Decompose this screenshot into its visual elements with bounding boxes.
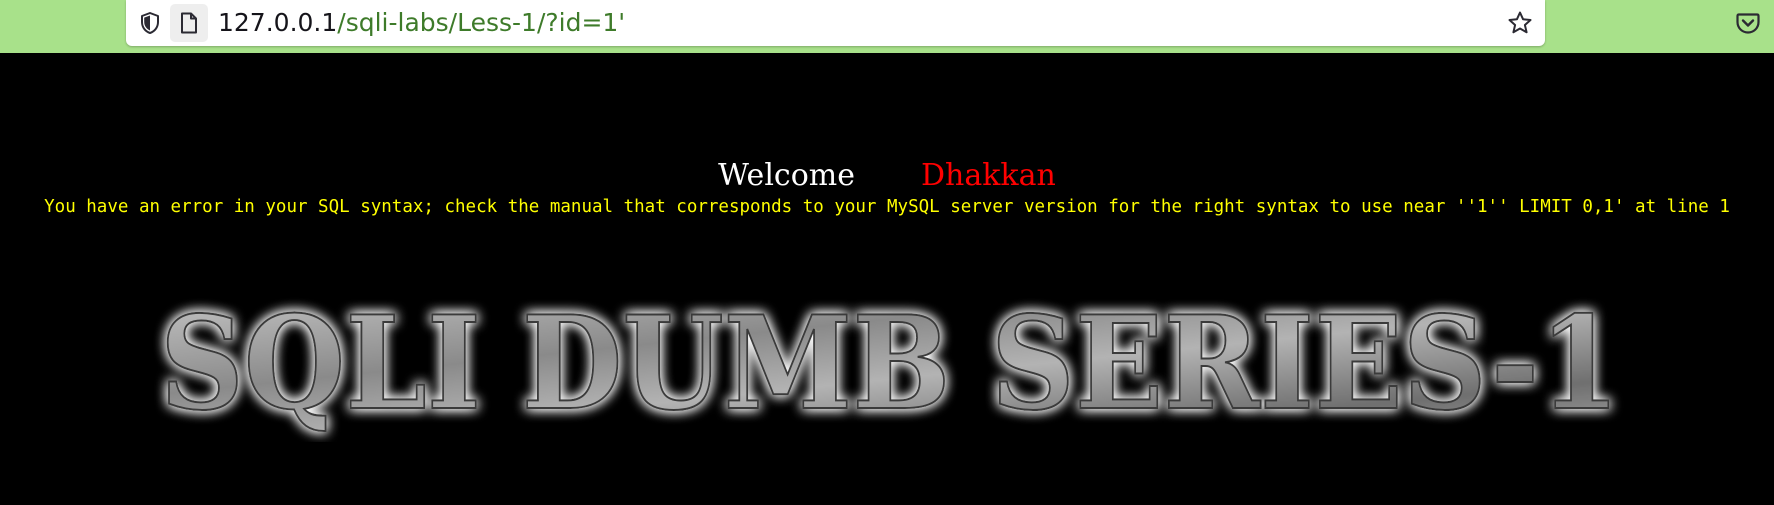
address-bar[interactable]: 127.0.0.1/sqli-labs/Less-1/?id=1' [126,0,1545,46]
url-host: 127.0.0.1 [218,8,338,37]
pocket-icon[interactable] [1734,9,1762,37]
url-path: /sqli-labs/Less-1/?id=1' [337,8,626,37]
welcome-line: Welcome Dhakkan [0,156,1774,196]
star-icon[interactable] [1505,8,1535,38]
banner-title: SQLI DUMB SERIES-1 [160,289,1620,439]
user-name: Dhakkan [920,158,1056,193]
welcome-text: Welcome [718,158,855,193]
sql-error-message: You have an error in your SQL syntax; ch… [44,197,1730,217]
browser-toolbar: 127.0.0.1/sqli-labs/Less-1/?id=1' [0,0,1774,53]
url-text[interactable]: 127.0.0.1/sqli-labs/Less-1/?id=1' [218,6,625,40]
sqli-dumb-series-banner: SQLI DUMB SERIES-1 [159,288,1621,440]
page-icon[interactable] [170,4,208,42]
shield-icon[interactable] [136,9,164,37]
